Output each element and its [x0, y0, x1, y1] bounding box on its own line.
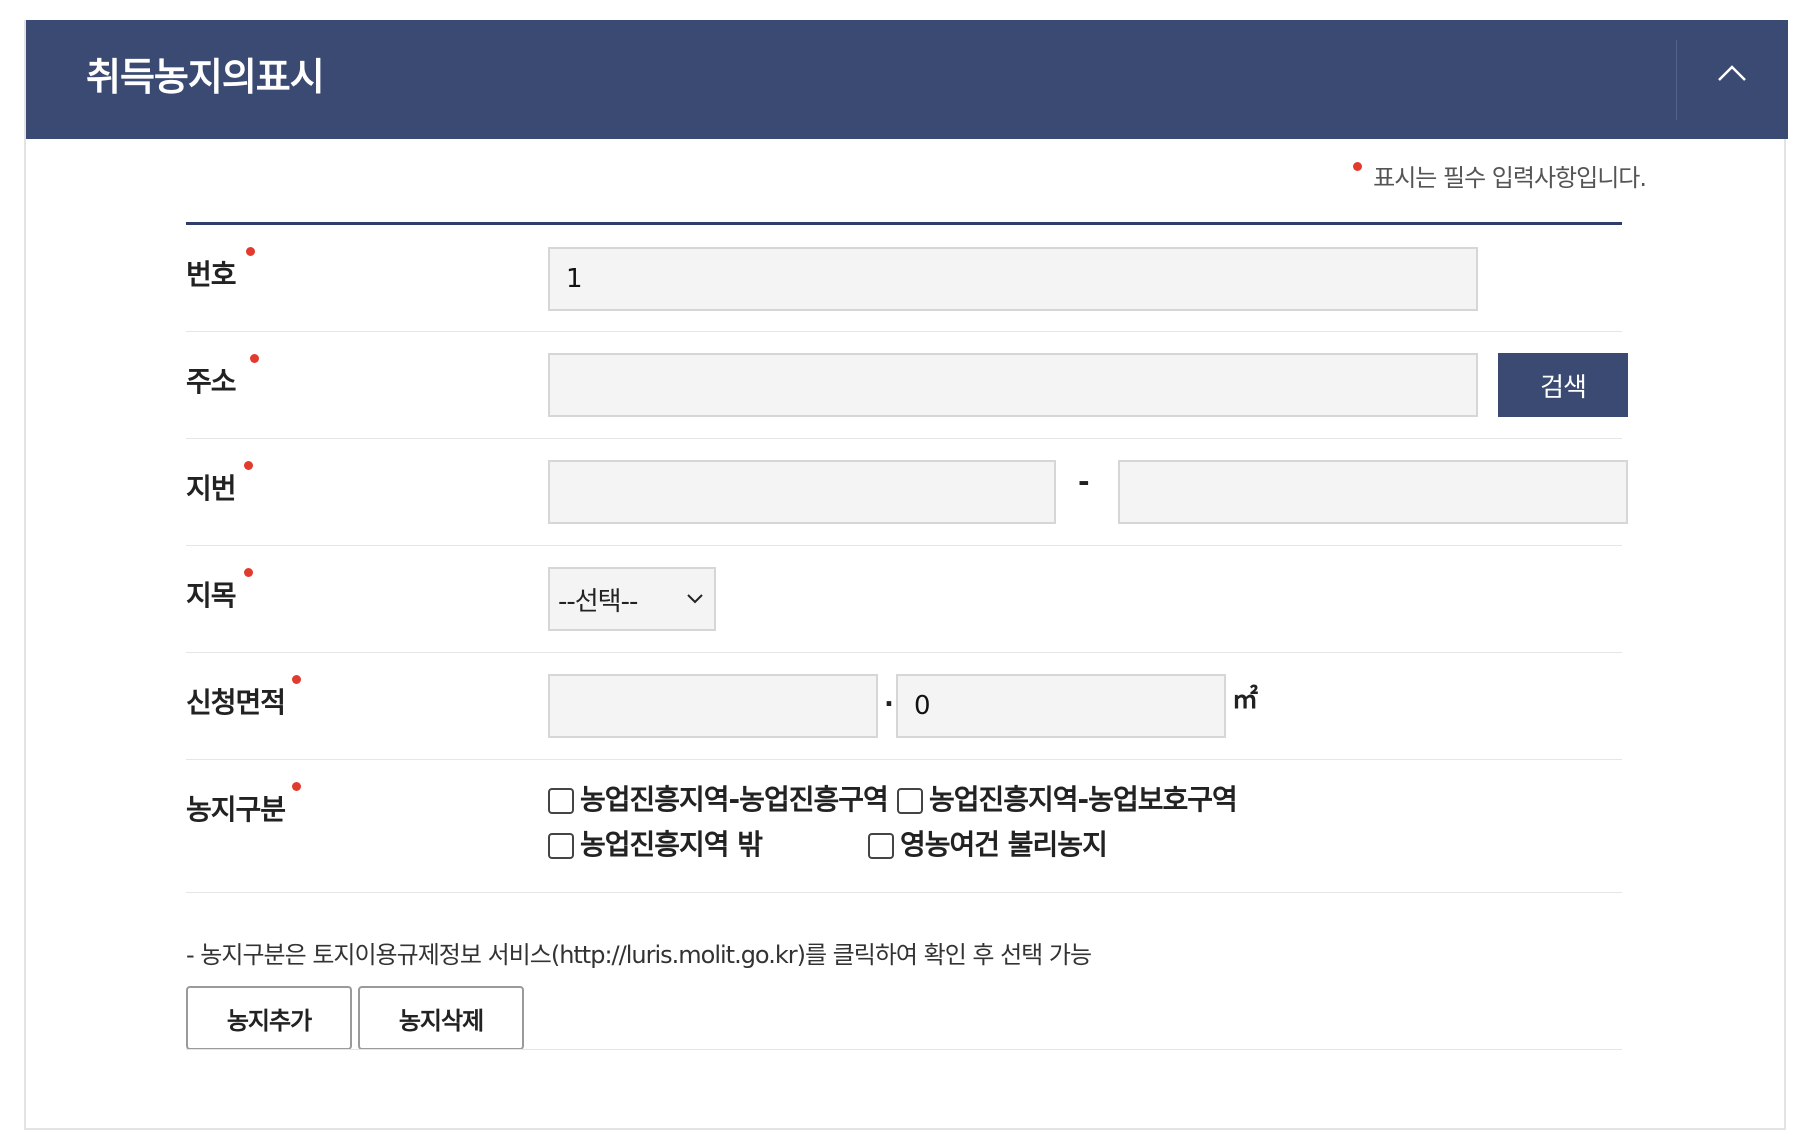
- area-label-text: 신청면적: [186, 686, 286, 719]
- collapse-button[interactable]: [1677, 20, 1788, 139]
- checkbox[interactable]: [548, 833, 574, 859]
- required-dot: [292, 675, 301, 684]
- checkbox-label: 농업진흥지역-농업진흥구역: [580, 783, 889, 816]
- row-address: 주소 검색: [186, 332, 1628, 439]
- row-farmland-type: 농지구분 농업진흥지역-농업진흥구역 농업진흥지역-농업보호구역 농업진흥지역 …: [186, 760, 1622, 893]
- required-dot: [244, 568, 253, 577]
- required-dot: [246, 247, 255, 256]
- required-dot: [292, 782, 301, 791]
- lot-main-input[interactable]: [548, 460, 1056, 524]
- lot-sub-input[interactable]: [1118, 460, 1628, 524]
- checkbox[interactable]: [548, 788, 574, 814]
- required-note: 표시는 필수 입력사항입니다.: [1353, 160, 1647, 196]
- row-number: 번호: [186, 225, 1622, 332]
- checkbox-label: 농업진흥지역-농업보호구역: [929, 783, 1238, 816]
- address-label: 주소: [186, 354, 259, 402]
- farmland-type-label: 농지구분: [186, 782, 301, 830]
- land-category-label: 지목: [186, 568, 253, 616]
- address-input[interactable]: [548, 353, 1478, 417]
- checkbox-label: 농업진흥지역 밖: [580, 828, 763, 861]
- add-farmland-button[interactable]: 농지추가: [186, 986, 352, 1050]
- land-category-selected: --선택--: [558, 587, 638, 617]
- checkbox-label: 영농여건 불리농지: [900, 828, 1108, 861]
- checkbox[interactable]: [897, 788, 923, 814]
- required-dot: [244, 461, 253, 470]
- required-dot: [250, 354, 259, 363]
- delete-farmland-button[interactable]: 농지삭제: [358, 986, 524, 1050]
- address-label-text: 주소: [186, 365, 237, 398]
- land-category-label-text: 지목: [186, 579, 237, 612]
- chevron-down-icon: [687, 594, 703, 604]
- panel-header: 취득농지의표시: [26, 20, 1788, 139]
- number-label-text: 번호: [186, 258, 237, 291]
- lot-label-text: 지번: [186, 472, 237, 505]
- area-unit: ㎡: [1232, 685, 1259, 715]
- area-decimal-input[interactable]: [896, 674, 1226, 738]
- address-search-button[interactable]: 검색: [1498, 353, 1628, 417]
- panel-title: 취득농지의표시: [86, 55, 325, 99]
- farmland-type-label-text: 농지구분: [186, 793, 286, 826]
- lot-label: 지번: [186, 461, 253, 509]
- land-category-select[interactable]: --선택--: [548, 567, 716, 631]
- number-input[interactable]: [548, 247, 1478, 311]
- farmland-help-text: - 농지구분은 토지이용규제정보 서비스(http://luris.molit.…: [186, 941, 1092, 969]
- required-note-text: 표시는 필수 입력사항입니다.: [1373, 164, 1647, 192]
- area-decimal-separator: .: [884, 683, 894, 713]
- chevron-up-icon: [1718, 65, 1746, 81]
- row-area: 신청면적 . ㎡: [186, 653, 1622, 760]
- number-label: 번호: [186, 247, 255, 295]
- lot-separator: -: [1078, 465, 1090, 498]
- area-label: 신청면적: [186, 675, 301, 723]
- checkbox[interactable]: [868, 833, 894, 859]
- form-bottom-divider: [186, 1049, 1622, 1050]
- area-integer-input[interactable]: [548, 674, 878, 738]
- row-lot: 지번 -: [186, 439, 1628, 546]
- row-land-category: 지목 --선택--: [186, 546, 1622, 653]
